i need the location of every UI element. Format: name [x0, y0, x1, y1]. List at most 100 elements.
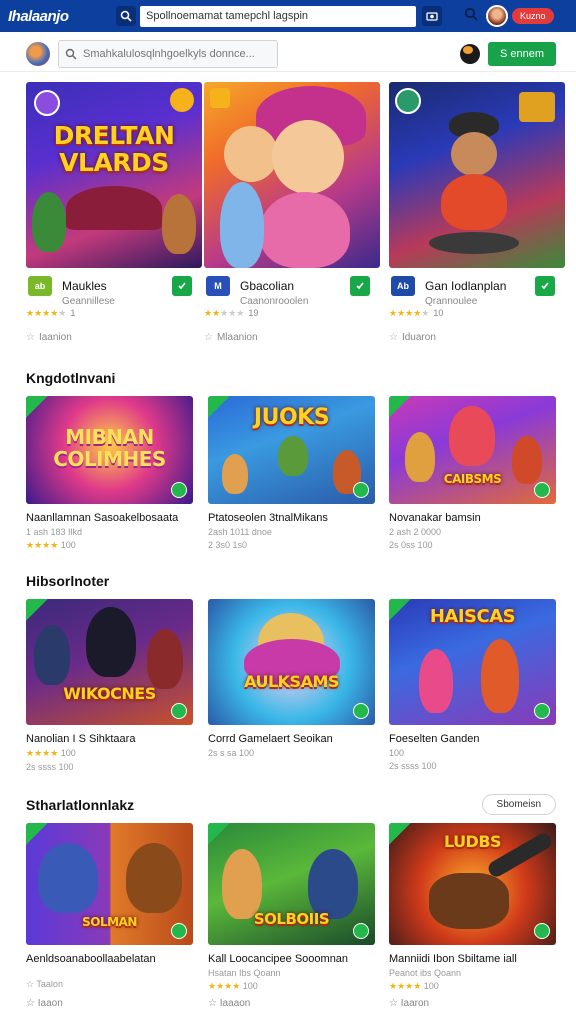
download-count: ☆ Iduaron: [389, 332, 436, 343]
game-rating: ★★★★ 100: [389, 981, 439, 991]
download-count: ☆ Iaanion: [26, 332, 72, 343]
star-outline-icon: ☆: [389, 998, 401, 1009]
game-art-title: CAIBSMS: [443, 472, 502, 486]
check-icon: [171, 703, 187, 719]
game-artwork[interactable]: SOLBOIIS: [208, 823, 375, 945]
featured-name[interactable]: Maukles: [62, 279, 107, 293]
game-artwork[interactable]: AULKSAMS: [208, 599, 375, 725]
game-card[interactable]: MIBNAN COLIMHES Naanllamnan Sasoakelbosa…: [26, 396, 193, 551]
featured-subtitle: Caanonrooolen: [240, 296, 309, 307]
check-icon: [353, 482, 369, 498]
verified-badge: [208, 823, 230, 845]
game-card[interactable]: SOLMAN Aenldsoanaboollaabelatan ☆ Taalon: [26, 823, 193, 990]
search-input[interactable]: [83, 47, 263, 60]
section-title: Kngdotlnvani: [26, 370, 116, 386]
download-count: ☆ Mlaanion: [204, 332, 258, 343]
game-title[interactable]: Novanakar bamsin: [389, 512, 556, 524]
see-all-button[interactable]: Sbomeisn: [481, 794, 556, 815]
account-pill[interactable]: Kuzno: [512, 8, 554, 24]
game-rating: 2s ssss 100: [389, 761, 437, 771]
game-title[interactable]: Ptatoseolen 3tnalMikans: [208, 512, 375, 524]
game-art-title: HAISCAS: [429, 606, 516, 627]
featured-art-title: DRELTAN VLARDS: [53, 121, 175, 177]
featured-artwork[interactable]: DRELTAN VLARDS: [26, 82, 202, 268]
game-card[interactable]: JUOKS Ptatoseolen 3tnalMikans 2ash 1011 …: [208, 396, 375, 550]
game-card[interactable]: WIKOCNES Nanolian I S Sihktaara ★★★★ 100…: [26, 599, 193, 772]
game-card[interactable]: AULKSAMS Corrd Gamelaert Seoikan 2s s sa…: [208, 599, 375, 758]
check-icon: [534, 482, 550, 498]
secondary-bar: S ennem: [0, 36, 576, 72]
game-meta: 2s ssss 100: [26, 762, 74, 772]
game-title[interactable]: Foeselten Ganden: [389, 733, 556, 745]
camera-icon[interactable]: [422, 6, 442, 26]
featured-artwork[interactable]: [389, 82, 565, 268]
search-icon: [65, 48, 77, 59]
game-title[interactable]: Corrd Gamelaert Seoikan: [208, 733, 375, 745]
game-artwork[interactable]: JUOKS: [208, 396, 375, 504]
game-artwork[interactable]: LUDBS: [389, 823, 556, 945]
rating-stars: ★★★★★ 10: [389, 308, 444, 318]
game-meta: 2 ash 2 0000: [389, 527, 442, 537]
game-artwork[interactable]: MIBNAN COLIMHES: [26, 396, 193, 504]
app-logo[interactable]: Ihalaanjo: [8, 8, 116, 25]
game-title[interactable]: Naanllamnan Sasoakelbosaata: [26, 512, 193, 524]
game-artwork[interactable]: CAIBSMS: [389, 396, 556, 504]
rating-stars: ★★★★★ 19: [204, 308, 259, 318]
star-outline-icon: ☆: [26, 332, 35, 343]
footer-count: ☆ Iaaron: [389, 998, 430, 1009]
primary-action-button[interactable]: S ennem: [487, 41, 556, 66]
featured-subtitle: Qrannoulee: [425, 296, 478, 307]
game-art-title: MIBNAN COLIMHES: [53, 425, 166, 471]
check-icon: [353, 923, 369, 939]
check-icon: [171, 923, 187, 939]
game-card[interactable]: CAIBSMS Novanakar bamsin 2 ash 2 0000 2s…: [389, 396, 556, 550]
verified-badge: [389, 396, 411, 418]
game-title[interactable]: Manniidi Ibon Sbiltame iall: [389, 953, 556, 965]
shield-icon: [535, 276, 555, 296]
shield-icon: [350, 276, 370, 296]
shield-icon: [172, 276, 192, 296]
game-controller-icon[interactable]: [459, 43, 480, 64]
top-app-bar: Ihalaanjo Kuzno: [0, 0, 576, 32]
featured-subtitle: Geannillese: [62, 296, 115, 307]
featured-artwork[interactable]: [204, 82, 380, 268]
search-icon[interactable]: [116, 6, 136, 26]
game-meta: 100: [389, 748, 405, 758]
star-outline-icon: ☆: [26, 998, 38, 1009]
verified-badge: [26, 396, 48, 418]
game-art-title: SOLMAN: [82, 915, 137, 929]
game-artwork[interactable]: WIKOCNES: [26, 599, 193, 725]
app-icon: Ab: [391, 276, 415, 296]
game-title[interactable]: Aenldsoanaboollaabelatan: [26, 953, 193, 965]
game-title[interactable]: Nanolian I S Sihktaara: [26, 733, 193, 745]
featured-card[interactable]: DRELTAN VLARDS ab Maukles Geannillese ★★…: [26, 82, 202, 358]
featured-card[interactable]: M Gbacolian Caanonrooolen ★★★★★ 19 ☆ Mlaan…: [204, 82, 380, 358]
star-outline-icon: ☆: [204, 332, 213, 343]
game-rating: ★★★★ 100: [26, 540, 76, 550]
profile-avatar[interactable]: [26, 41, 50, 66]
game-artwork[interactable]: HAISCAS: [389, 599, 556, 725]
game-art-title: WIKOCNES: [63, 684, 156, 703]
featured-name[interactable]: Gbacolian: [240, 279, 294, 293]
section-title: Stharlatlonnlakz: [26, 797, 135, 813]
game-rating: 2s s sa 100: [208, 748, 255, 758]
game-meta: Hsatan Ibs Qoann: [208, 968, 281, 978]
game-artwork[interactable]: SOLMAN: [26, 823, 193, 945]
search-box[interactable]: [58, 39, 278, 68]
user-avatar[interactable]: [486, 5, 508, 27]
game-card[interactable]: HAISCAS Foeselten Ganden 100 2s ssss 100: [389, 599, 556, 771]
app-icon: M: [206, 276, 230, 296]
game-meta: ☆ Taalon: [26, 979, 63, 989]
featured-card[interactable]: Ab Gan Iodlanplan Qrannoulee ★★★★★ 10 ☆ Id…: [389, 82, 565, 358]
featured-name[interactable]: Gan Iodlanplan: [425, 279, 506, 293]
game-rating: ★★★★ 100: [26, 748, 76, 758]
game-card[interactable]: SOLBOIIS Kall Loocancipee Sooomnan Hsata…: [208, 823, 375, 992]
search-icon[interactable]: [464, 7, 478, 26]
game-rating: 2s 0ss 100: [389, 540, 433, 550]
game-meta: 1 ash 183 Ilkd: [26, 527, 83, 537]
game-title[interactable]: Kall Loocancipee Sooomnan: [208, 953, 375, 965]
top-search-input[interactable]: [140, 5, 416, 27]
game-card[interactable]: LUDBS Manniidi Ibon Sbiltame iall Peanot…: [389, 823, 556, 992]
game-art-title: SOLBOIIS: [253, 910, 330, 928]
check-icon: [353, 703, 369, 719]
